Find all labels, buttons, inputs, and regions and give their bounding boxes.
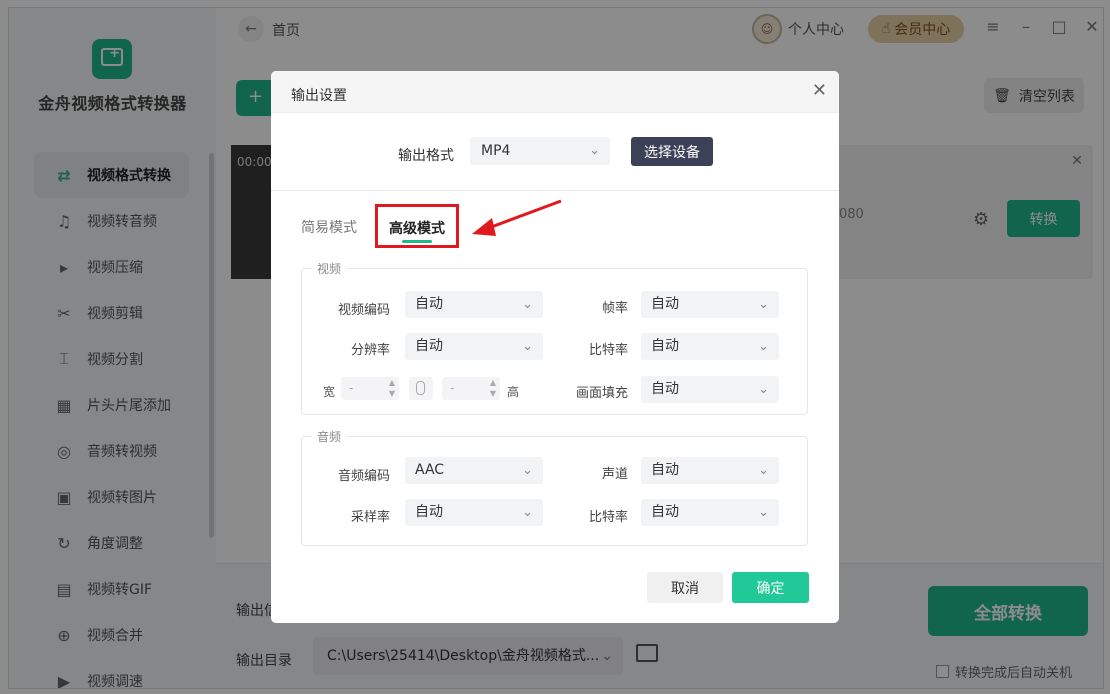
chevron-down-icon: ⌄	[522, 297, 533, 312]
cancel-button[interactable]: 取消	[647, 572, 723, 603]
chevron-down-icon: ⌄	[522, 339, 533, 354]
tab-simple-mode[interactable]: 简易模式	[301, 217, 357, 237]
output-format-row: 输出格式 MP4 ⌄ 选择设备	[271, 137, 839, 167]
audio-codec-select[interactable]: AAC ⌄	[405, 457, 543, 484]
audio-group-label: 音频	[312, 428, 347, 445]
chevron-down-icon: ⌄	[758, 297, 769, 312]
spinner-icon[interactable]: ▲ ▼	[490, 377, 496, 399]
video-codec-label: 视频编码	[337, 303, 390, 318]
fill-mode-label: 画面填充	[575, 386, 628, 401]
width-value: -	[349, 381, 354, 395]
framerate-value: 自动	[651, 296, 679, 312]
video-codec-select[interactable]: 自动 ⌄	[405, 291, 543, 318]
audio-bitrate-label: 比特率	[588, 510, 628, 525]
resolution-label: 分辨率	[350, 343, 390, 358]
framerate-label: 帧率	[601, 301, 628, 316]
link-icon	[416, 381, 425, 395]
chevron-down-icon: ⌄	[758, 505, 769, 520]
width-label: 宽	[323, 385, 336, 399]
resolution-value: 自动	[415, 338, 443, 354]
video-bitrate-select[interactable]: 自动 ⌄	[641, 333, 779, 360]
width-input[interactable]: - ▲ ▼	[341, 377, 399, 400]
dialog-close-icon[interactable]: ✕	[812, 80, 827, 101]
channel-value: 自动	[651, 462, 679, 478]
channel-label: 声道	[601, 467, 628, 482]
spinner-icon[interactable]: ▲ ▼	[389, 377, 395, 399]
dialog-header: 输出设置 ✕	[271, 71, 839, 113]
tab-advanced-label: 高级模式	[389, 221, 445, 237]
framerate-select[interactable]: 自动 ⌄	[641, 291, 779, 318]
tab-advanced-mode[interactable]: 高级模式	[375, 204, 459, 248]
annotation-arrow-icon	[472, 199, 562, 236]
aspect-lock-button[interactable]	[409, 377, 433, 400]
fill-mode-value: 自动	[651, 381, 679, 397]
audio-codec-value: AAC	[415, 462, 445, 478]
output-format-select[interactable]: MP4 ⌄	[470, 137, 610, 165]
chevron-down-icon: ⌄	[758, 339, 769, 354]
audio-settings-group: 音频 音频编码 AAC ⌄ 声道 自动 ⌄ 采样率 自动 ⌄ 比特率 自动 ⌄	[301, 428, 808, 546]
chevron-down-icon: ⌄	[522, 463, 533, 478]
video-settings-group: 视频 视频编码 自动 ⌄ 帧率 自动 ⌄ 分辨率 自动 ⌄ 比特率 自动 ⌄ 宽…	[301, 260, 808, 415]
tab-active-indicator	[402, 240, 432, 243]
samplerate-value: 自动	[415, 504, 443, 520]
video-group-label: 视频	[312, 260, 347, 277]
dialog-title: 输出设置	[291, 88, 347, 104]
audio-bitrate-value: 自动	[651, 504, 679, 520]
height-label: 高	[507, 385, 520, 399]
audio-codec-label: 音频编码	[337, 469, 390, 484]
audio-bitrate-select[interactable]: 自动 ⌄	[641, 499, 779, 526]
output-format-label: 输出格式	[398, 148, 454, 164]
chevron-down-icon: ⌄	[758, 382, 769, 397]
samplerate-select[interactable]: 自动 ⌄	[405, 499, 543, 526]
resolution-select[interactable]: 自动 ⌄	[405, 333, 543, 360]
divider	[271, 190, 839, 191]
chevron-down-icon: ⌄	[758, 463, 769, 478]
channel-select[interactable]: 自动 ⌄	[641, 457, 779, 484]
chevron-down-icon: ⌄	[522, 505, 533, 520]
video-bitrate-value: 自动	[651, 338, 679, 354]
output-settings-dialog: 输出设置 ✕ 输出格式 MP4 ⌄ 选择设备 简易模式 高级模式 视频 视频编码…	[271, 71, 839, 623]
confirm-button[interactable]: 确定	[732, 572, 809, 603]
output-format-value: MP4	[481, 143, 511, 159]
samplerate-label: 采样率	[350, 510, 390, 525]
select-device-button[interactable]: 选择设备	[631, 137, 713, 166]
video-bitrate-label: 比特率	[588, 343, 628, 358]
fill-mode-select[interactable]: 自动 ⌄	[641, 376, 779, 403]
height-input[interactable]: - ▲ ▼	[442, 377, 500, 400]
height-value: -	[450, 381, 455, 395]
video-codec-value: 自动	[415, 296, 443, 312]
chevron-down-icon: ⌄	[589, 143, 600, 158]
